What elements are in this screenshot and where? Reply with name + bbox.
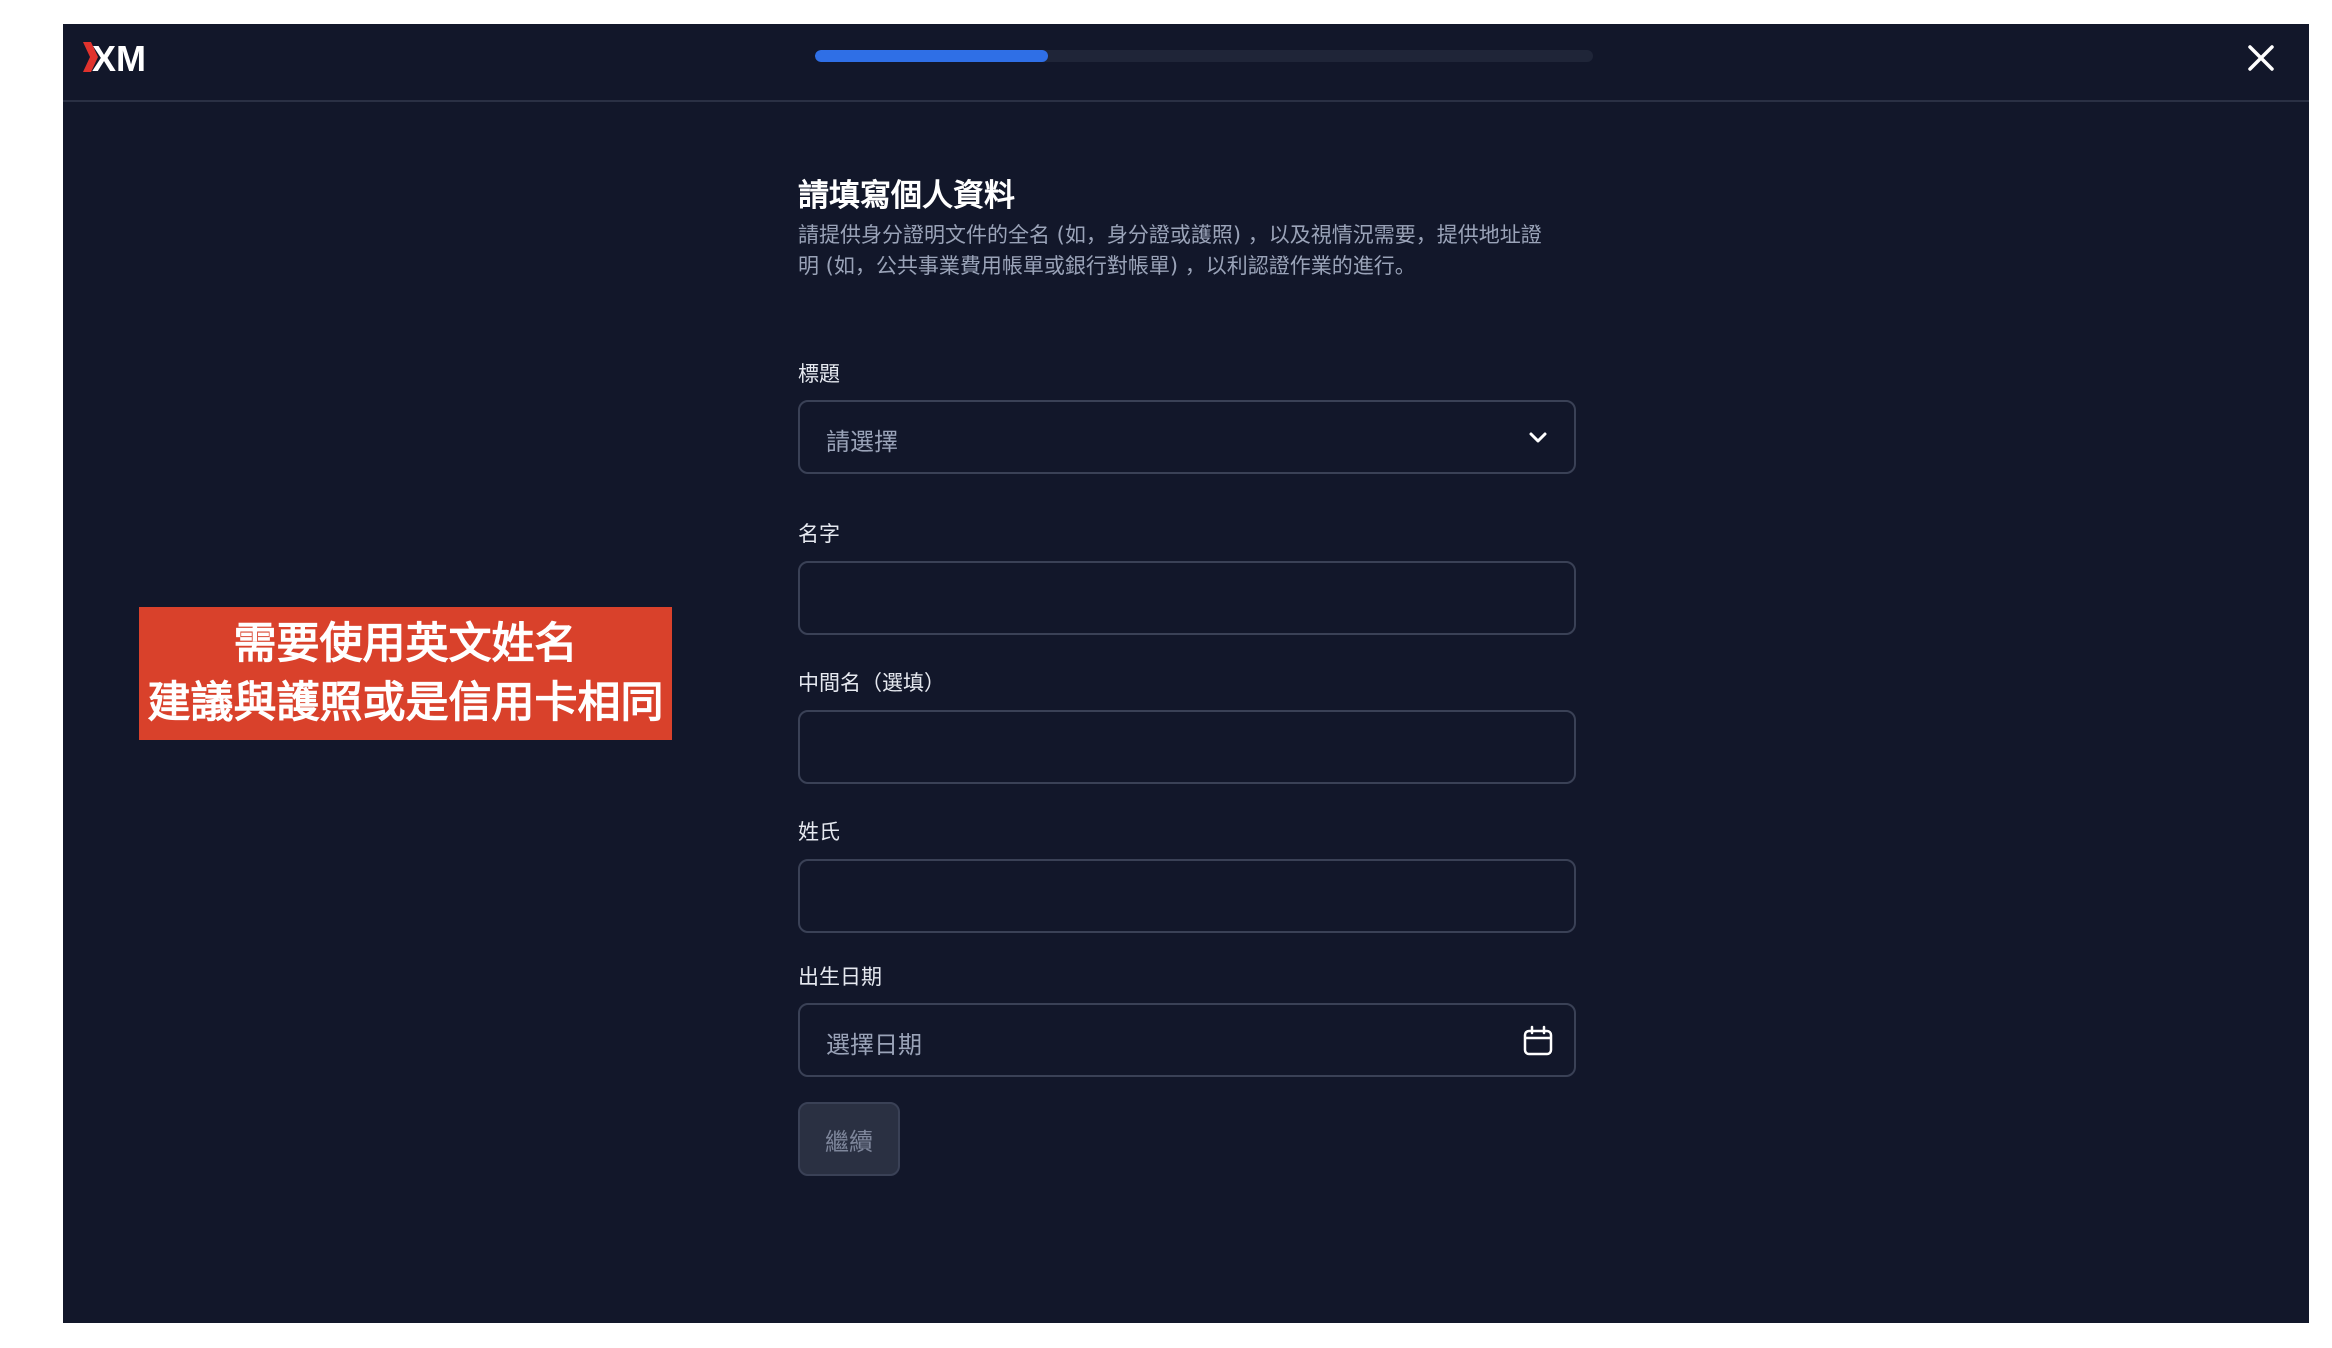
title-select-value: 請選擇	[826, 428, 898, 456]
annotation-note: 需要使用英文姓名 建議與護照或是信用卡相同	[139, 607, 672, 740]
close-button[interactable]	[2243, 40, 2279, 76]
form-description-line-2: 明 (如，公共事業費用帳單或銀行對帳單) ，以利認證作業的進行。	[798, 254, 1416, 278]
first-name-field	[798, 561, 1576, 635]
last-name-field	[798, 859, 1576, 933]
annotation-line-2: 建議與護照或是信用卡相同	[147, 677, 664, 728]
svg-text:XM: XM	[92, 38, 146, 76]
progress-fill	[815, 50, 1049, 62]
title-select[interactable]: 請選擇	[798, 400, 1576, 474]
middle-name-field	[798, 710, 1576, 784]
continue-button[interactable]: 繼續	[798, 1102, 900, 1176]
birth-date-field[interactable]: 選擇日期	[798, 1003, 1576, 1077]
birth-date-placeholder: 選擇日期	[826, 1031, 922, 1059]
form-description: 請提供身分證明文件的全名 (如，身分證或護照) ，以及視情況需要，提供地址證 明…	[798, 220, 1578, 282]
annotation-line-1: 需要使用英文姓名	[233, 618, 578, 669]
last-name-label: 姓氏	[798, 820, 840, 844]
app-window: XM 需要使用英文姓名 建議與護照或是信用卡相同 請填寫個人資料 請提供身分證明…	[63, 24, 2309, 1323]
last-name-input[interactable]	[800, 861, 1574, 931]
first-name-input[interactable]	[800, 563, 1574, 633]
form-description-line-1: 請提供身分證明文件的全名 (如，身分證或護照) ，以及視情況需要，提供地址證	[798, 223, 1542, 247]
first-name-label: 名字	[798, 522, 840, 546]
form-title: 請填寫個人資料	[798, 178, 1015, 214]
calendar-icon[interactable]	[1520, 1023, 1556, 1059]
progress-bar	[815, 50, 1593, 62]
middle-name-label: 中間名（選填）	[798, 671, 945, 695]
top-bar: XM	[63, 24, 2309, 102]
xm-logo: XM	[83, 38, 146, 76]
title-label: 標題	[798, 362, 840, 386]
middle-name-input[interactable]	[800, 712, 1574, 782]
birth-date-label: 出生日期	[798, 965, 882, 989]
chevron-down-icon	[1529, 432, 1547, 443]
close-icon	[2248, 45, 2274, 71]
